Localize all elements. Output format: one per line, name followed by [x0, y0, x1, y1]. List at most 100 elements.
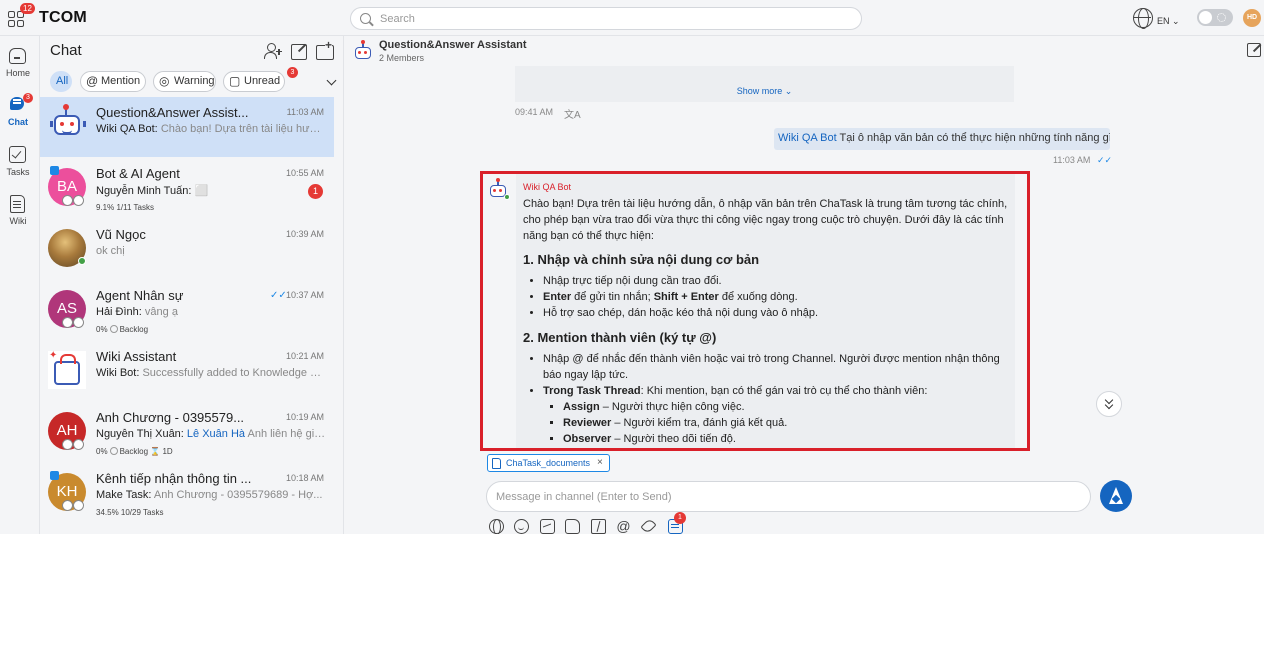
- theme-toggle[interactable]: [1197, 9, 1233, 26]
- status-circle-icon: [109, 325, 118, 333]
- conversation-item[interactable]: Vũ Ngọc 10:39 AM ok chị: [40, 219, 334, 279]
- conversation-item[interactable]: BA Bot & AI Agent 10:55 AM Nguyễn Minh T…: [40, 158, 334, 218]
- filter-warning[interactable]: ◎ Warning: [153, 71, 216, 92]
- conversation-item[interactable]: ✦ Wiki Assistant 10:21 AM Wiki Bot: Succ…: [40, 341, 334, 401]
- task-meta: 0% Backlog ⌛ 1D: [96, 447, 173, 456]
- conversation-preview: Nguyễn Thị Xuân: Lê Xuân Hà Anh liên hệ …: [96, 428, 326, 440]
- nav-tasks[interactable]: Tasks: [0, 139, 40, 183]
- send-button[interactable]: [1100, 480, 1132, 512]
- preview-text: Chào bạn! Dựa trên tài liệu hướn...: [160, 123, 326, 135]
- task-due: 1D: [162, 447, 173, 456]
- close-icon[interactable]: ×: [597, 455, 603, 471]
- conversation-name: Vũ Ngọc: [96, 227, 146, 242]
- preview-sender: Nguyễn Thị Xuân:: [96, 428, 184, 440]
- task-status: Backlog: [119, 325, 149, 334]
- format-icon[interactable]: [591, 519, 606, 534]
- previous-bot-message: Show more ⌄: [515, 66, 1014, 102]
- scroll-to-bottom-button[interactable]: [1096, 391, 1122, 417]
- conversation-panel: Question&Answer Assistant 2 Members Show…: [344, 36, 1264, 534]
- compose-icon[interactable]: [290, 42, 308, 60]
- message-intro: Chào bạn! Dựa trên tài liệu hướng dẫn, ô…: [523, 198, 1008, 242]
- conversation-name: Anh Chương - 0395579...: [96, 410, 245, 425]
- conversation-time: 11:03 AM: [286, 107, 324, 117]
- nav-wiki[interactable]: Wiki: [0, 188, 40, 232]
- add-user-icon[interactable]: [264, 42, 282, 60]
- at-icon: @: [86, 74, 99, 88]
- flag-icon: [50, 471, 59, 480]
- emoji-icon[interactable]: [514, 519, 529, 534]
- channel-title[interactable]: Question&Answer Assistant: [379, 39, 527, 51]
- conversation-time: 10:39 AM: [285, 229, 324, 239]
- message-input[interactable]: [496, 489, 1056, 505]
- channel-members[interactable]: 2 Members: [379, 53, 424, 63]
- image-icon[interactable]: [540, 519, 555, 534]
- conversation-name: Question&Answer Assist...: [96, 105, 249, 120]
- message-time: 09:41 AM: [515, 107, 554, 117]
- filter-mention[interactable]: @ Mention: [80, 71, 146, 92]
- language-selector[interactable]: EN ⌄: [1157, 16, 1180, 27]
- home-icon: [9, 48, 26, 64]
- read-receipt-icon: ✓✓: [1097, 155, 1113, 165]
- conversation-item[interactable]: AH Anh Chương - 0395579... 10:19 AM Nguy…: [40, 402, 334, 462]
- nav-label: Home: [5, 68, 30, 78]
- preview-sender: Wiki Bot:: [96, 367, 140, 379]
- task-progress: 9.1% 1/11 Tasks: [96, 203, 154, 212]
- chat-list-panel: Chat All @ Mention ◎ Warning ▢ Unread 3: [40, 36, 344, 534]
- nav-label: Chat: [8, 117, 28, 127]
- conversation-time: 10:19 AM: [285, 412, 324, 422]
- filter-all[interactable]: All: [50, 71, 72, 92]
- list-item: Nhập trực tiếp nội dung cần trao đổi.: [543, 273, 1009, 289]
- attachment-name: ChaTask_documents: [506, 458, 591, 468]
- preview-text: Anh liên hệ giú...: [247, 428, 326, 440]
- hourglass-icon: ⌛: [150, 447, 161, 456]
- preview-text: ⬜: [194, 185, 209, 197]
- list-item: Hỗ trợ sao chép, dán hoặc kéo thả nội du…: [543, 305, 1009, 321]
- list-item: Assign – Người thực hiện công việc.: [563, 399, 1009, 415]
- edit-icon[interactable]: [1247, 43, 1261, 57]
- mention-icon[interactable]: @: [616, 519, 631, 534]
- search-input[interactable]: Search: [380, 13, 415, 25]
- app-brand: TCOM: [39, 9, 87, 26]
- filter-label: Mention: [101, 75, 141, 87]
- new-group-icon[interactable]: [316, 39, 334, 60]
- tasks-badge: 1: [674, 512, 686, 524]
- filter-label: Warning: [174, 75, 215, 87]
- conversation-item[interactable]: AS Agent Nhân sự ✓✓ 10:37 AM Hải Đình: v…: [40, 280, 334, 340]
- conversation-name: Agent Nhân sự: [96, 288, 184, 303]
- app-window: 12 TCOM Search EN ⌄ HD Home 3 Chat Tasks: [0, 0, 1264, 534]
- chat-badge: 3: [23, 93, 33, 103]
- tasks-icon: [9, 146, 26, 163]
- unread-icon: ▢: [229, 74, 241, 88]
- bullet-list: Nhập trực tiếp nội dung cần trao đổi. En…: [523, 273, 1009, 321]
- conversation-preview: Nguyễn Minh Tuấn: ⬜: [96, 184, 296, 197]
- composer-toolbar: @ 1: [486, 512, 706, 534]
- globe-icon[interactable]: [489, 519, 504, 534]
- nav-home[interactable]: Home: [0, 40, 40, 84]
- lock-icon: [62, 439, 86, 450]
- sun-icon: [1217, 13, 1226, 22]
- sticker-icon[interactable]: [565, 519, 580, 534]
- globe-icon[interactable]: [1133, 8, 1153, 29]
- nav-chat[interactable]: 3 Chat: [0, 89, 40, 133]
- bot-avatar: [50, 104, 86, 147]
- filter-unread[interactable]: ▢ Unread: [223, 71, 285, 92]
- search-bar[interactable]: Search: [350, 7, 862, 30]
- conversation-item[interactable]: KH Kênh tiếp nhận thông tin ... 10:18 AM…: [40, 463, 334, 523]
- tag-icon[interactable]: [640, 517, 657, 534]
- nav-label: Tasks: [6, 167, 30, 177]
- list-item: Trong Task Thread: Khi mention, bạn có t…: [543, 383, 1009, 447]
- preview-sender: Hải Đình:: [96, 306, 142, 318]
- message-time: 11:03 AM: [1053, 155, 1091, 165]
- chevron-down-icon[interactable]: [326, 75, 337, 86]
- conversation-time: 10:37 AM: [285, 290, 324, 300]
- user-avatar[interactable]: HD: [1243, 9, 1261, 27]
- message-mention[interactable]: Wiki QA Bot: [778, 132, 837, 144]
- show-more-link[interactable]: Show more ⌄: [515, 86, 1014, 97]
- outgoing-message: Wiki QA Bot Tại ô nhập văn bản có thể th…: [774, 128, 1110, 150]
- conversation-preview: Hải Đình: vâng ạ: [96, 306, 326, 318]
- nav-label: Wiki: [9, 216, 27, 226]
- conversation-item[interactable]: Question&Answer Assist... 11:03 AM Wiki …: [40, 97, 334, 157]
- status-circle-icon: [109, 447, 118, 455]
- translate-icon[interactable]: 文A: [564, 106, 581, 121]
- attachment-chip[interactable]: ChaTask_documents ×: [487, 454, 610, 472]
